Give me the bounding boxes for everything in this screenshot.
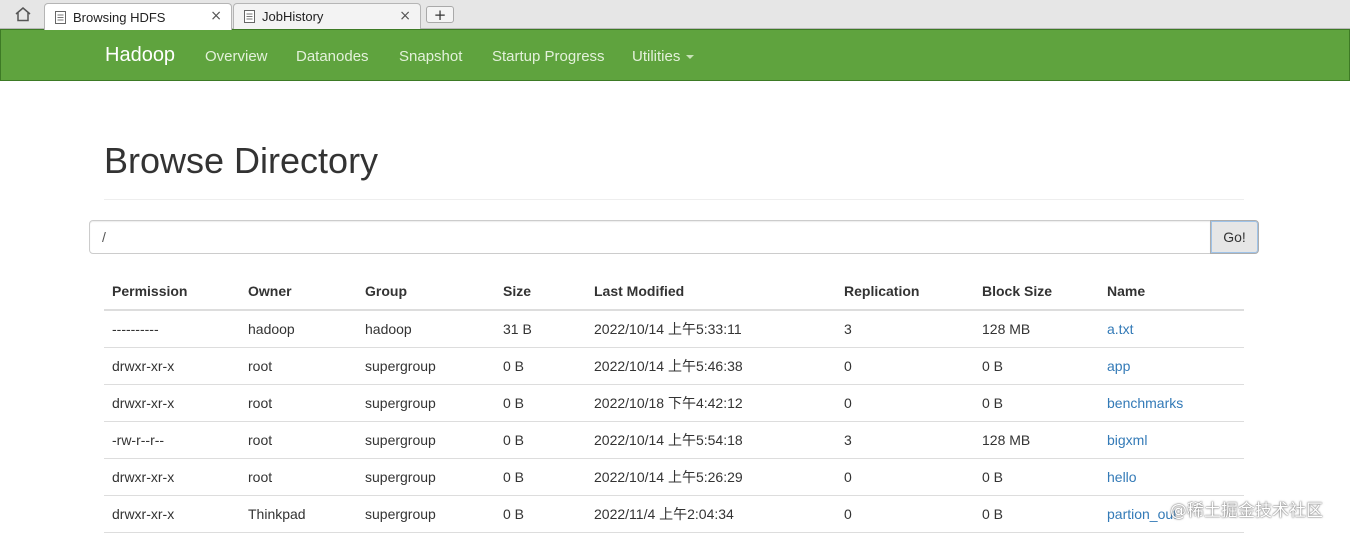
cell-block-size: 0 B [974,458,1099,496]
cell-group: supergroup [357,458,495,496]
tab-title: JobHistory [262,9,324,24]
cell-last-modified: 2022/10/14 上午5:46:38 [586,347,836,385]
cell-permission: ---------- [104,310,240,348]
cell-size: 0 B [495,347,586,385]
table-header-row: Permission Owner Group Size Last Modifie… [104,273,1244,311]
cell-last-modified: 2022/10/14 上午5:54:18 [586,421,836,459]
col-header-replication[interactable]: Replication [836,273,974,311]
table-row: -rw-r--r-- root supergroup 0 B 2022/10/1… [104,421,1244,459]
cell-replication: 3 [836,421,974,459]
nav-utilities-label: Utilities [632,48,681,65]
cell-owner: Thinkpad [240,495,357,533]
directory-link[interactable]: benchmarks [1107,395,1183,411]
cell-block-size: 0 B [974,495,1099,533]
cell-size: 0 B [495,458,586,496]
close-icon[interactable]: × [210,9,222,23]
table-row: ---------- hadoop hadoop 31 B 2022/10/14… [104,310,1244,348]
cell-permission: drwxr-xr-x [104,347,240,385]
close-icon[interactable]: × [399,9,411,23]
cell-permission: drwxr-xr-x [104,495,240,533]
cell-name: hello [1099,458,1244,496]
nav-datanodes[interactable]: Datanodes [296,48,369,65]
home-button[interactable] [8,3,38,25]
table-row: drwxr-xr-x root supergroup 0 B 2022/10/1… [104,384,1244,422]
cell-group: hadoop [357,310,495,348]
caret-down-icon [686,55,695,60]
col-header-name[interactable]: Name [1099,273,1244,311]
cell-permission: drwxr-xr-x [104,458,240,496]
new-tab-button[interactable]: + [426,6,454,23]
nav-snapshot[interactable]: Snapshot [399,48,462,65]
directory-link[interactable]: app [1107,358,1130,374]
home-icon [15,7,31,22]
col-header-size[interactable]: Size [495,273,586,311]
file-link[interactable]: bigxml [1107,432,1147,448]
cell-owner: root [240,347,357,385]
cell-name: a.txt [1099,310,1244,348]
cell-permission: drwxr-xr-x [104,384,240,422]
nav-utilities[interactable]: Utilities [632,48,695,65]
cell-group: supergroup [357,384,495,422]
directory-path-input[interactable] [89,220,1211,254]
cell-replication: 3 [836,310,974,348]
cell-last-modified: 2022/11/4 上午2:04:34 [586,495,836,533]
page-title: Browse Directory [104,140,379,181]
cell-permission: -rw-r--r-- [104,421,240,459]
cell-replication: 0 [836,495,974,533]
navbar: Hadoop Overview Datanodes Snapshot Start… [0,29,1350,81]
cell-owner: hadoop [240,310,357,348]
plus-icon: + [433,5,447,24]
directory-link[interactable]: partion_out [1107,506,1177,522]
directory-table: Permission Owner Group Size Last Modifie… [104,273,1244,533]
directory-link[interactable]: hello [1107,469,1137,485]
browser-tab-strip: Browsing HDFS × JobHistory × + [0,0,1350,30]
nav-overview[interactable]: Overview [205,48,268,65]
table-row: drwxr-xr-x root supergroup 0 B 2022/10/1… [104,458,1244,496]
tab-jobhistory[interactable]: JobHistory × [233,3,421,29]
go-button[interactable]: Go! [1210,220,1259,254]
cell-block-size: 0 B [974,347,1099,385]
cell-last-modified: 2022/10/14 上午5:33:11 [586,310,836,348]
cell-name: app [1099,347,1244,385]
tab-title: Browsing HDFS [73,9,166,25]
watermark: @稀土掘金技术社区 [1170,501,1323,521]
cell-name: bigxml [1099,421,1244,459]
cell-name: benchmarks [1099,384,1244,422]
cell-size: 0 B [495,384,586,422]
cell-owner: root [240,458,357,496]
divider [104,199,1244,200]
cell-block-size: 128 MB [974,310,1099,348]
cell-block-size: 0 B [974,384,1099,422]
table-row: drwxr-xr-x Thinkpad supergroup 0 B 2022/… [104,495,1244,533]
col-header-last-modified[interactable]: Last Modified [586,273,836,311]
cell-replication: 0 [836,347,974,385]
cell-size: 31 B [495,310,586,348]
cell-size: 0 B [495,421,586,459]
cell-block-size: 128 MB [974,421,1099,459]
cell-replication: 0 [836,458,974,496]
col-header-block-size[interactable]: Block Size [974,273,1099,311]
table-row: drwxr-xr-x root supergroup 0 B 2022/10/1… [104,347,1244,385]
cell-size: 0 B [495,495,586,533]
cell-group: supergroup [357,347,495,385]
cell-last-modified: 2022/10/14 上午5:26:29 [586,458,836,496]
tab-browsing-hdfs[interactable]: Browsing HDFS × [44,3,232,30]
col-header-group[interactable]: Group [357,273,495,311]
navbar-brand[interactable]: Hadoop [105,44,175,67]
col-header-permission[interactable]: Permission [104,273,240,311]
col-header-owner[interactable]: Owner [240,273,357,311]
cell-owner: root [240,421,357,459]
nav-startup-progress[interactable]: Startup Progress [492,48,605,65]
cell-group: supergroup [357,421,495,459]
cell-owner: root [240,384,357,422]
cell-replication: 0 [836,384,974,422]
cell-last-modified: 2022/10/18 下午4:42:12 [586,384,836,422]
document-icon [244,10,255,23]
file-link[interactable]: a.txt [1107,321,1133,337]
document-icon [55,10,66,24]
cell-group: supergroup [357,495,495,533]
